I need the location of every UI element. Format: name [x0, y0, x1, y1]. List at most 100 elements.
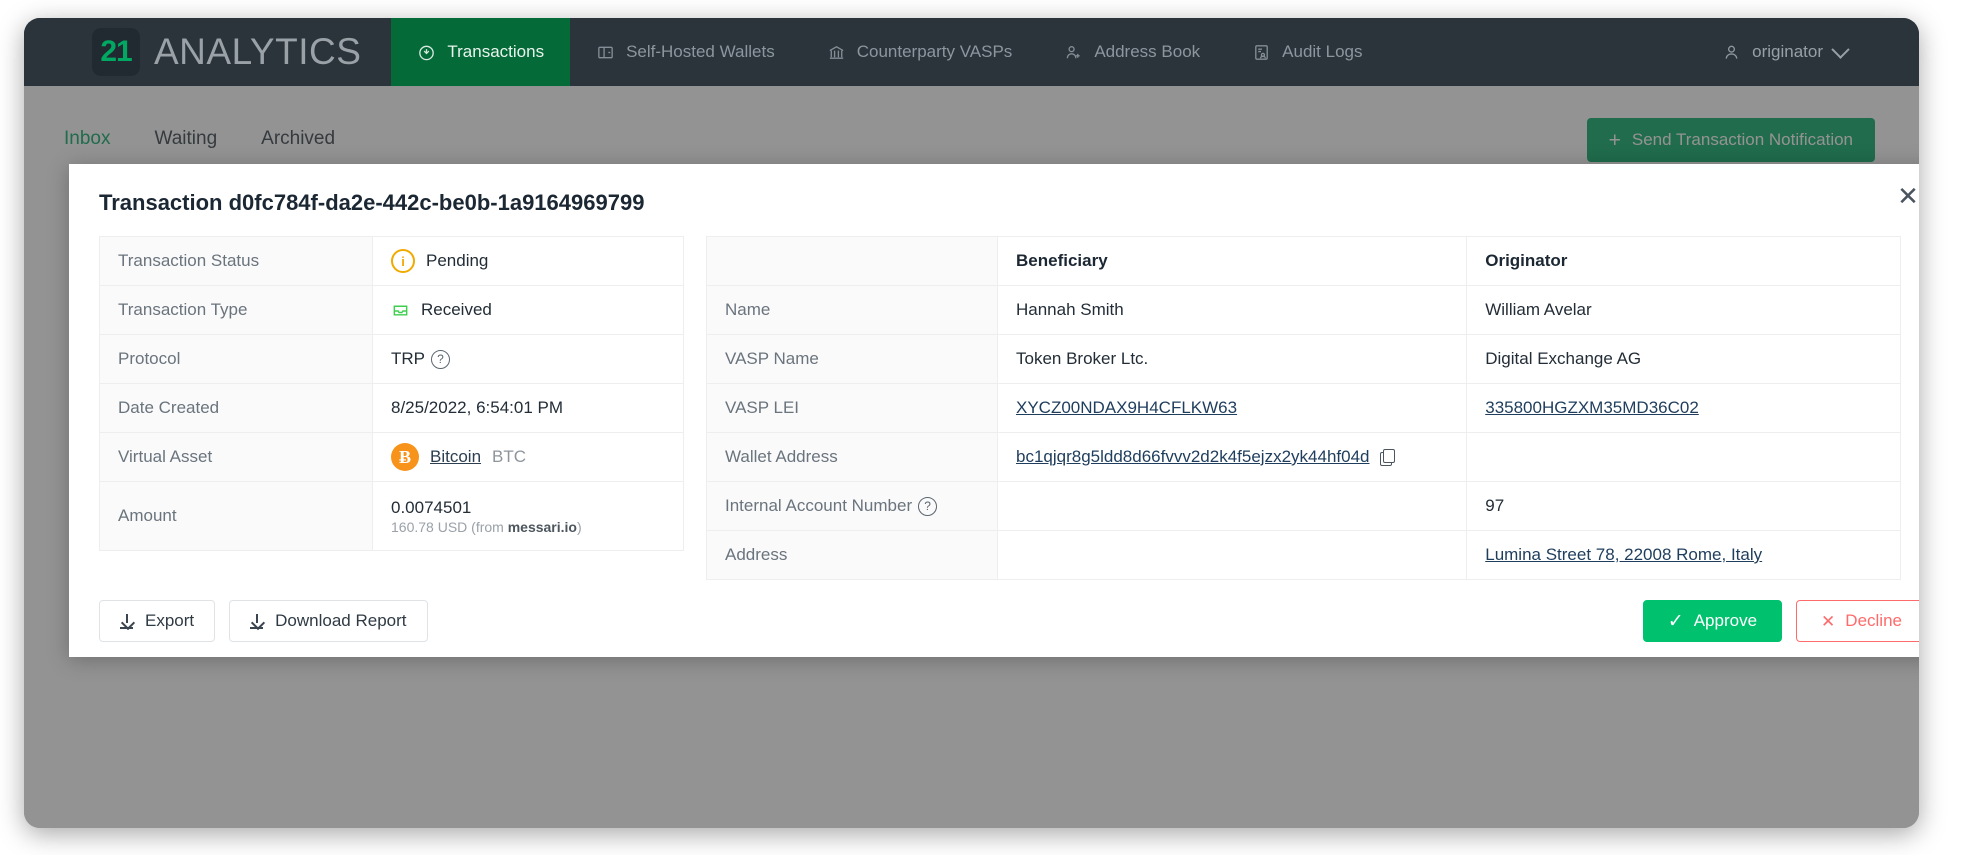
- virtual-asset-link[interactable]: Bitcoin: [430, 447, 481, 467]
- amount-fiat-source: messari.io: [507, 518, 577, 535]
- app-window: 21 ANALYTICS Transactions Self-Hosted Wa…: [24, 18, 1919, 828]
- transaction-type-label: Received: [421, 300, 492, 319]
- col-header-originator: Originator: [1466, 236, 1901, 286]
- wallet-icon: [596, 43, 615, 62]
- beneficiary-vasp-name: Token Broker Ltc.: [996, 334, 1468, 384]
- download-report-button-label: Download Report: [275, 611, 407, 630]
- table-row: Virtual Asset Ƀ Bitcoin BTC: [99, 432, 684, 482]
- row-label-transaction-type: Transaction Type: [99, 285, 373, 335]
- row-value-amount: 0.0074501 160.78 USD (from messari.io): [372, 481, 684, 551]
- protocol-label: TRP: [391, 349, 425, 368]
- nav-item-audit-logs[interactable]: Audit Logs: [1226, 18, 1388, 86]
- help-circle-icon[interactable]: ?: [431, 349, 450, 369]
- user-menu-label: originator: [1752, 42, 1823, 61]
- x-icon: ✕: [1821, 611, 1836, 631]
- beneficiary-address: [996, 530, 1468, 580]
- nav-item-address-book[interactable]: Address Book: [1038, 18, 1226, 86]
- modal-footer: Export Download Report ✓ Approve ✕ Decli…: [69, 580, 1919, 642]
- table-row: Internal Account Number ? 97: [706, 481, 1901, 531]
- footer-right-actions: ✓ Approve ✕ Decline: [1642, 600, 1919, 642]
- screen-root: 21 ANALYTICS Transactions Self-Hosted Wa…: [0, 0, 1970, 855]
- approve-button-label: Approve: [1693, 611, 1758, 630]
- row-value-transaction-status: i Pending: [372, 236, 684, 286]
- row-label-date-created: Date Created: [99, 383, 373, 433]
- user-icon: [1722, 43, 1741, 62]
- table-row: Wallet Address bc1qjqr8g5ldd8d66fvvv2d2k…: [706, 432, 1901, 482]
- download-report-button[interactable]: Download Report: [229, 600, 428, 642]
- nav-label-counterparty-vasps: Counterparty VASPs: [856, 42, 1013, 61]
- originator-vasp-lei-link[interactable]: 335800HGZXM35MD36C02: [1485, 398, 1699, 417]
- row-value-protocol: TRP ?: [372, 334, 684, 384]
- nav-item-counterparty-vasps[interactable]: Counterparty VASPs: [801, 18, 1039, 86]
- inbox-tray-icon: [391, 301, 410, 320]
- row-label-name: Name: [706, 285, 998, 335]
- row-value-date-created: 8/25/2022, 6:54:01 PM: [372, 383, 684, 433]
- nav-item-transactions[interactable]: Transactions: [391, 18, 571, 86]
- row-label-virtual-asset: Virtual Asset: [99, 432, 373, 482]
- internal-account-number-label: Internal Account Number: [725, 496, 913, 515]
- row-label-protocol: Protocol: [99, 334, 373, 384]
- table-row: Amount 0.0074501 160.78 USD (from messar…: [99, 481, 684, 551]
- info-circle-icon: i: [391, 249, 415, 273]
- table-row: Protocol TRP ?: [99, 334, 684, 384]
- transaction-summary-table: Transaction Status i Pending Transaction…: [99, 236, 684, 551]
- originator-vasp-lei-cell: 335800HGZXM35MD36C02: [1466, 383, 1901, 433]
- amount-fiat: 160.78 USD (from messari.io): [391, 519, 665, 535]
- user-menu[interactable]: originator: [1722, 18, 1919, 86]
- row-value-transaction-type: Received: [372, 285, 684, 335]
- approve-button[interactable]: ✓ Approve: [1642, 600, 1783, 642]
- download-icon: [250, 613, 265, 630]
- user-add-icon: [1064, 43, 1083, 62]
- status-badge: Pending: [426, 251, 489, 270]
- originator-wallet-address-cell: [1466, 432, 1901, 482]
- col-header-blank: [706, 236, 998, 286]
- audit-log-icon: [1252, 43, 1271, 62]
- row-label-address: Address: [706, 530, 998, 580]
- beneficiary-vasp-lei-cell: XYCZ00NDAX9H4CFLKW63: [996, 383, 1468, 433]
- row-label-internal-account-number: Internal Account Number ?: [706, 481, 998, 531]
- table-row: Date Created 8/25/2022, 6:54:01 PM: [99, 383, 684, 433]
- row-label-wallet-address: Wallet Address: [706, 432, 998, 482]
- close-icon[interactable]: ✕: [1893, 182, 1919, 212]
- beneficiary-name: Hannah Smith: [996, 285, 1468, 335]
- page-title: Transaction d0fc784f-da2e-442c-be0b-1a91…: [99, 190, 645, 215]
- modal-header: Transaction d0fc784f-da2e-442c-be0b-1a91…: [69, 164, 1919, 230]
- table-row: VASP Name Token Broker Ltc. Digital Exch…: [706, 334, 1901, 384]
- table-row: Name Hannah Smith William Avelar: [706, 285, 1901, 335]
- amount-value: 0.0074501: [391, 498, 472, 518]
- originator-name: William Avelar: [1466, 285, 1901, 335]
- table-row: Transaction Type Received: [99, 285, 684, 335]
- amount-fiat-suffix: ): [576, 518, 582, 535]
- export-button-label: Export: [145, 611, 195, 630]
- table-header-row: Beneficiary Originator: [706, 236, 1901, 286]
- chevron-down-icon: [1831, 39, 1850, 59]
- originator-internal-account-number: 97: [1466, 481, 1901, 531]
- row-label-amount: Amount: [99, 481, 373, 551]
- beneficiary-wallet-address-link[interactable]: bc1qjqr8g5ldd8d66fvvv2d2k4f5ejzx2yk44hf0…: [1016, 447, 1369, 467]
- transaction-detail-modal: Transaction d0fc784f-da2e-442c-be0b-1a91…: [69, 164, 1919, 657]
- modal-body: Transaction Status i Pending Transaction…: [69, 230, 1919, 580]
- beneficiary-internal-account-number: [996, 481, 1468, 531]
- brand-logo[interactable]: 21 ANALYTICS: [24, 18, 391, 86]
- beneficiary-wallet-address-cell: bc1qjqr8g5ldd8d66fvvv2d2k4f5ejzx2yk44hf0…: [996, 432, 1468, 482]
- beneficiary-vasp-lei-link[interactable]: XYCZ00NDAX9H4CFLKW63: [1016, 398, 1237, 417]
- bitcoin-icon: Ƀ: [391, 443, 419, 471]
- decline-button[interactable]: ✕ Decline: [1796, 600, 1919, 642]
- bank-icon: [827, 43, 846, 62]
- brand-badge: 21: [92, 28, 140, 76]
- help-circle-icon[interactable]: ?: [918, 496, 938, 516]
- originator-address-cell: Lumina Street 78, 22008 Rome, Italy: [1466, 530, 1901, 580]
- copy-icon[interactable]: [1380, 449, 1396, 466]
- export-button[interactable]: Export: [99, 600, 216, 642]
- originator-address-link[interactable]: Lumina Street 78, 22008 Rome, Italy: [1485, 545, 1762, 564]
- nav-label-transactions: Transactions: [447, 42, 545, 61]
- check-icon: ✓: [1667, 610, 1684, 632]
- originator-vasp-name: Digital Exchange AG: [1466, 334, 1901, 384]
- nav-item-self-hosted-wallets[interactable]: Self-Hosted Wallets: [570, 18, 801, 86]
- nav-label-address-book: Address Book: [1094, 42, 1201, 61]
- nav-label-self-hosted-wallets: Self-Hosted Wallets: [626, 42, 775, 61]
- row-label-transaction-status: Transaction Status: [99, 236, 373, 286]
- decline-button-label: Decline: [1845, 611, 1902, 630]
- table-row: VASP LEI XYCZ00NDAX9H4CFLKW63 335800HGZX…: [706, 383, 1901, 433]
